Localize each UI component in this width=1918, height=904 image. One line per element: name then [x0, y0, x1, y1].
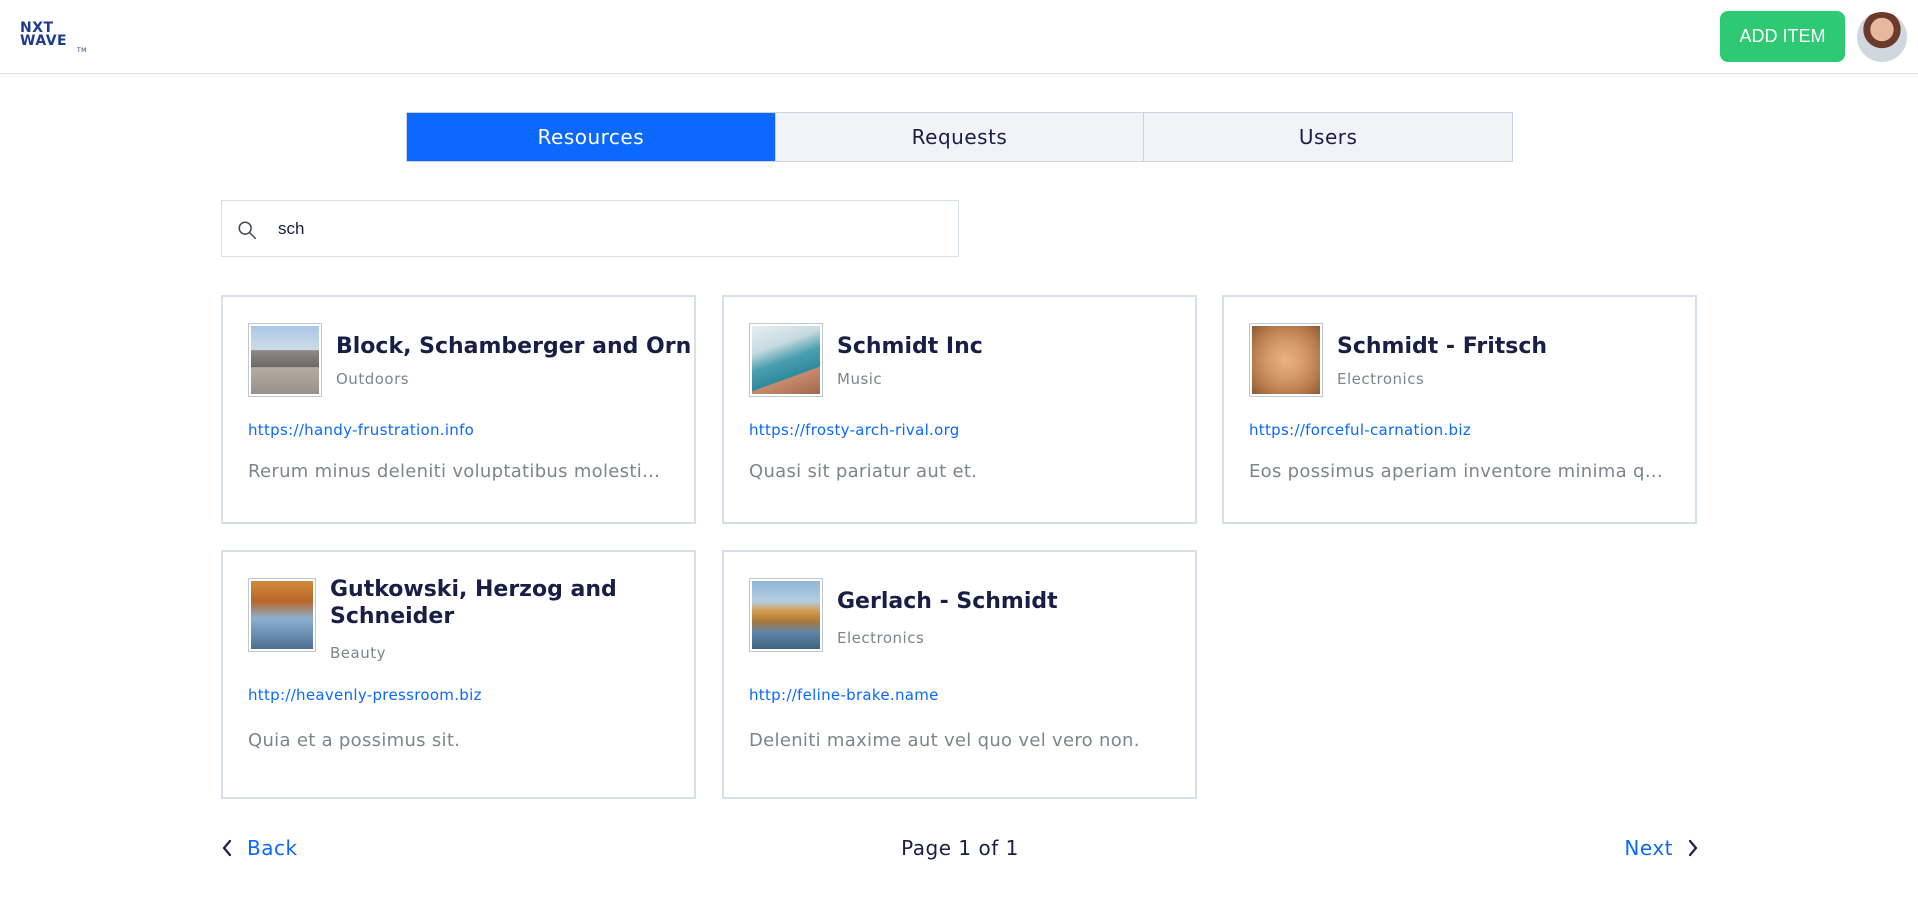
- resource-category: Beauty: [330, 644, 386, 662]
- street-photo: [248, 323, 322, 397]
- resource-card[interactable]: Block, Schamberger and Orn Outdoors http…: [221, 295, 696, 524]
- cat-photo: [1249, 323, 1323, 397]
- add-item-button[interactable]: ADD ITEM: [1720, 11, 1845, 62]
- next-button[interactable]: Next: [1624, 836, 1699, 860]
- resource-card[interactable]: Schmidt Inc Music https://frosty-arch-ri…: [722, 295, 1197, 524]
- pagination: Back Page 1 of 1 Next: [221, 830, 1699, 870]
- logo-tm: TM: [77, 47, 87, 54]
- nxtwave-logo[interactable]: NXT WAVE TM: [20, 21, 86, 54]
- resource-title: Block, Schamberger and Orn: [336, 334, 692, 359]
- beach-photo: [749, 323, 823, 397]
- resource-description: Quia et a possimus sit.: [248, 730, 461, 751]
- resource-title: Schmidt Inc: [837, 334, 983, 359]
- autumn-tree-photo: [248, 578, 316, 652]
- resource-title: Gutkowski, Herzog and Schneider: [330, 577, 617, 629]
- logo-line-2: WAVE: [20, 33, 68, 49]
- resource-link[interactable]: https://frosty-arch-rival.org: [749, 421, 960, 439]
- resource-title: Schmidt - Fritsch: [1337, 334, 1548, 359]
- resource-description: Rerum minus deleniti voluptatibus molest…: [248, 461, 670, 482]
- user-avatar[interactable]: [1857, 12, 1907, 62]
- resource-card[interactable]: Schmidt - Fritsch Electronics https://fo…: [1222, 295, 1697, 524]
- search-icon: [238, 221, 256, 239]
- resource-card[interactable]: Gutkowski, Herzog and Schneider Beauty h…: [221, 550, 696, 799]
- resource-description: Quasi sit pariatur aut et.: [749, 461, 978, 482]
- resource-link[interactable]: https://forceful-carnation.biz: [1249, 421, 1471, 439]
- search-box: [221, 200, 959, 257]
- resource-title: Gerlach - Schmidt: [837, 589, 1058, 614]
- resource-link[interactable]: http://heavenly-pressroom.biz: [248, 686, 482, 704]
- tab-requests[interactable]: Requests: [775, 113, 1145, 161]
- resource-category: Electronics: [1337, 370, 1425, 388]
- chevron-right-icon: [1688, 839, 1698, 857]
- resource-link[interactable]: http://feline-brake.name: [749, 686, 939, 704]
- resource-description: Eos possimus aperiam inventore minima qu…: [1249, 461, 1671, 482]
- resource-card[interactable]: Gerlach - Schmidt Electronics http://fel…: [722, 550, 1197, 799]
- resource-category: Music: [837, 370, 883, 388]
- resource-category: Outdoors: [336, 370, 410, 388]
- next-label: Next: [1624, 836, 1673, 860]
- page-indicator: Page 1 of 1: [901, 836, 1019, 860]
- lake-photo: [749, 578, 823, 652]
- top-header: NXT WAVE TM ADD ITEM: [0, 0, 1918, 74]
- tab-resources[interactable]: Resources: [407, 113, 776, 161]
- resource-category: Electronics: [837, 629, 925, 647]
- tab-bar: Resources Requests Users: [406, 112, 1513, 162]
- search-input[interactable]: [278, 211, 938, 247]
- resource-link[interactable]: https://handy-frustration.info: [248, 421, 474, 439]
- resource-description: Deleniti maxime aut vel quo vel vero non…: [749, 730, 1140, 751]
- tab-users[interactable]: Users: [1144, 113, 1513, 161]
